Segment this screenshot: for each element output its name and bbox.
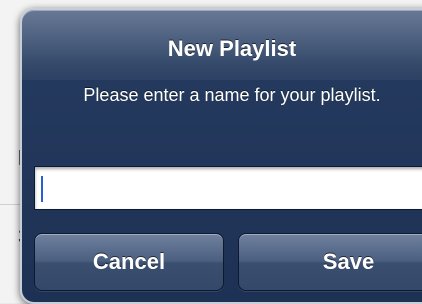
alert-message: Please enter a name for your playlist.	[83, 85, 381, 105]
cancel-button[interactable]: Cancel	[34, 233, 224, 291]
new-playlist-alert: New Playlist Please enter a name for you…	[20, 8, 422, 304]
text-caret	[41, 176, 43, 202]
alert-title: New Playlist	[167, 36, 297, 61]
playlist-name-field[interactable]	[34, 166, 422, 210]
save-button[interactable]: Save	[238, 233, 422, 291]
